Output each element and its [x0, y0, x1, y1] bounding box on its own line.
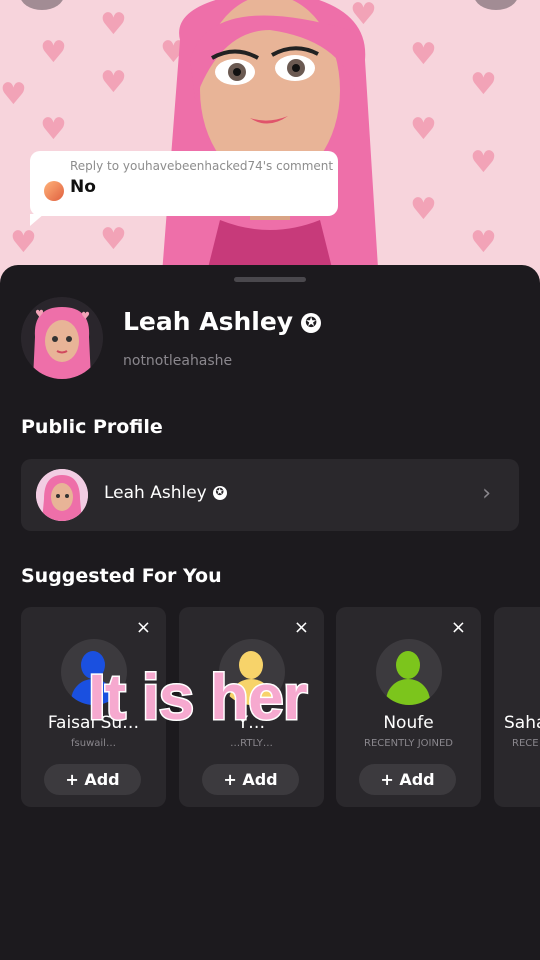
suggested-heading: Suggested For You [21, 565, 222, 587]
heart-pattern: ♥ [100, 7, 127, 42]
close-icon[interactable]: × [451, 617, 466, 638]
suggested-avatar [376, 639, 442, 705]
heart-pattern: ♥ [470, 145, 497, 180]
verified-badge-icon: ✪ [301, 313, 322, 333]
commenter-avatar-icon [44, 181, 64, 201]
heart-pattern: ♥ [410, 192, 437, 227]
suggested-subtitle: fsuwail… [71, 738, 116, 749]
heart-pattern: ♥ [40, 35, 67, 70]
profile-sheet: ♥ ♥ Leah Ashley ✪ notnotleahashe Public P… [0, 265, 540, 960]
public-profile-avatar [36, 469, 88, 521]
reply-text: No [70, 177, 96, 197]
top-left-button[interactable] [20, 0, 64, 10]
verified-badge-icon: ✪ [212, 486, 227, 500]
heart-pattern: ♥ [100, 222, 127, 257]
svg-text:♥: ♥ [81, 311, 90, 322]
public-profile-heading: Public Profile [21, 416, 163, 438]
bitmoji-avatar-image [160, 0, 380, 300]
heart-pattern: ♥ [470, 67, 497, 102]
suggested-name: Saha [504, 713, 540, 733]
add-friend-button[interactable]: + Add [202, 764, 299, 795]
close-icon[interactable]: × [294, 617, 309, 638]
profile-name-row: Leah Ashley ✪ [123, 307, 322, 336]
close-icon[interactable]: × [136, 617, 151, 638]
suggested-subtitle: RECE [512, 738, 539, 749]
public-profile-card[interactable]: Leah Ashley ✪ › [21, 459, 519, 531]
heart-pattern: ♥ [10, 225, 37, 260]
video-background: ♥ ♥ ♥ ♥ ♥ ♥ ♥ ♥ ♥ ♥ ♥ ♥ ♥ ♥ ♥ [0, 0, 540, 300]
reply-comment-bubble[interactable]: Reply to youhavebeenhacked74's comment N… [30, 151, 338, 226]
profile-username: notnotleahashe [123, 353, 233, 369]
reply-header: Reply to youhavebeenhacked74's comment [70, 159, 334, 173]
public-profile-name: Leah Ashley [104, 483, 207, 503]
chevron-right-icon: › [482, 481, 491, 506]
heart-pattern: ♥ [40, 112, 67, 147]
svg-text:♥: ♥ [35, 309, 44, 320]
add-friend-button[interactable]: + Add [359, 764, 456, 795]
video-caption-overlay: It is her [87, 660, 310, 735]
suggested-card[interactable]: Saha RECE [494, 607, 540, 807]
heart-pattern: ♥ [100, 65, 127, 100]
suggested-subtitle: …RTLY… [230, 738, 273, 749]
heart-pattern: ♥ [410, 37, 437, 72]
public-profile-name-row: Leah Ashley ✪ [104, 483, 227, 503]
profile-avatar[interactable]: ♥ ♥ [21, 297, 103, 379]
heart-pattern: ♥ [0, 77, 27, 112]
heart-pattern: ♥ [470, 225, 497, 260]
add-friend-button[interactable]: + Add [44, 764, 141, 795]
sheet-drag-handle[interactable] [234, 277, 306, 282]
suggested-card[interactable]: × Noufe RECENTLY JOINED + Add [336, 607, 481, 807]
suggested-name: Noufe [383, 713, 434, 733]
suggested-subtitle: RECENTLY JOINED [364, 738, 453, 749]
top-right-button[interactable] [474, 0, 518, 10]
heart-pattern: ♥ [410, 112, 437, 147]
profile-name: Leah Ashley [123, 307, 294, 336]
